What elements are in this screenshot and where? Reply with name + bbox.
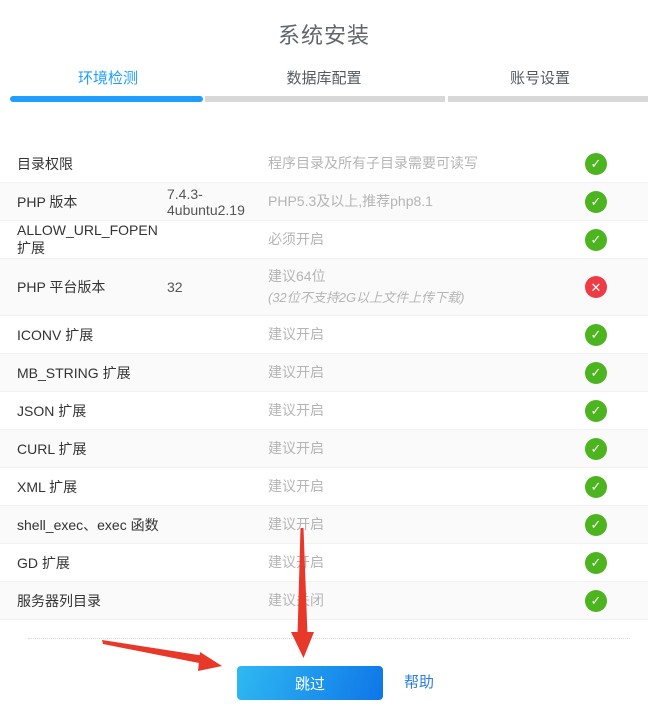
check-remark: 建议开启 [268, 554, 324, 570]
help-link[interactable]: 帮助 [404, 666, 434, 700]
status-ok-icon [585, 514, 607, 536]
table-row: ICONV 扩展 建议开启 [0, 316, 648, 354]
check-name: ALLOW_URL_FOPEN 扩展 [17, 222, 167, 258]
check-remark: 建议开启 [268, 402, 324, 418]
table-row: ALLOW_URL_FOPEN 扩展 必须开启 [0, 221, 648, 259]
table-row: shell_exec、exec 函数 建议开启 [0, 506, 648, 544]
check-name: PHP 平台版本 [17, 277, 167, 297]
check-name: XML 扩展 [17, 477, 167, 497]
check-name: JSON 扩展 [17, 401, 167, 421]
page-title: 系统安装 [0, 18, 648, 50]
table-row: PHP 平台版本 32 建议64位 (32位不支持2G以上文件上传下载) [0, 259, 648, 316]
check-name: CURL 扩展 [17, 439, 167, 459]
status-ok-icon [585, 324, 607, 346]
table-row: PHP 版本 7.4.3-4ubuntu2.19 PHP5.3及以上,推荐php… [0, 183, 648, 221]
footer-divider [28, 638, 630, 639]
check-remark: 建议关闭 [268, 592, 324, 608]
table-row: 目录权限 程序目录及所有子目录需要可读写 [0, 145, 648, 183]
status-ok-icon [585, 153, 607, 175]
table-row: MB_STRING 扩展 建议开启 [0, 354, 648, 392]
status-ok-icon [585, 590, 607, 612]
check-remark: 必须开启 [268, 231, 324, 247]
footer: 跳过 帮助 [0, 666, 648, 700]
check-remark: 建议开启 [268, 478, 324, 494]
table-row: JSON 扩展 建议开启 [0, 392, 648, 430]
tab-account-settings[interactable]: 账号设置 [432, 64, 648, 94]
status-ok-icon [585, 476, 607, 498]
status-ok-icon [585, 229, 607, 251]
check-name: 服务器列目录 [17, 591, 167, 611]
check-name: shell_exec、exec 函数 [17, 515, 167, 535]
check-name: MB_STRING 扩展 [17, 363, 167, 383]
check-remark: 建议开启 [268, 364, 324, 380]
table-row: GD 扩展 建议开启 [0, 544, 648, 582]
step-indicator-2 [205, 96, 445, 102]
check-remark: 程序目录及所有子目录需要可读写 [268, 155, 478, 171]
check-remark-note: (32位不支持2G以上文件上传下载) [268, 287, 585, 308]
environment-check-table: 目录权限 程序目录及所有子目录需要可读写 PHP 版本 7.4.3-4ubunt… [0, 145, 648, 620]
check-remark: 建议64位 [268, 268, 326, 284]
table-row: 服务器列目录 建议关闭 [0, 582, 648, 620]
status-fail-icon [585, 276, 607, 298]
step-indicator-3 [448, 96, 648, 102]
status-ok-icon [585, 552, 607, 574]
check-name: ICONV 扩展 [17, 325, 167, 345]
table-row: XML 扩展 建议开启 [0, 468, 648, 506]
check-name: 目录权限 [17, 154, 167, 174]
tab-environment-check[interactable]: 环境检测 [0, 64, 216, 94]
check-value: 32 [167, 279, 268, 295]
tab-database-config[interactable]: 数据库配置 [216, 64, 432, 94]
step-progress-bar [0, 96, 648, 102]
status-ok-icon [585, 400, 607, 422]
check-remark: 建议开启 [268, 516, 324, 532]
status-ok-icon [585, 191, 607, 213]
step-indicator-1 [10, 96, 203, 102]
skip-button[interactable]: 跳过 [237, 666, 383, 700]
wizard-tabs: 环境检测 数据库配置 账号设置 [0, 64, 648, 94]
check-name: GD 扩展 [17, 553, 167, 573]
install-wizard-page: 系统安装 环境检测 数据库配置 账号设置 目录权限 程序目录及所有子目录需要可读… [0, 0, 648, 708]
table-row: CURL 扩展 建议开启 [0, 430, 648, 468]
check-name: PHP 版本 [17, 192, 167, 212]
check-remark: 建议开启 [268, 326, 324, 342]
status-ok-icon [585, 362, 607, 384]
check-value: 7.4.3-4ubuntu2.19 [167, 186, 268, 218]
check-remark: 建议开启 [268, 440, 324, 456]
check-remark: PHP5.3及以上,推荐php8.1 [268, 193, 433, 209]
status-ok-icon [585, 438, 607, 460]
